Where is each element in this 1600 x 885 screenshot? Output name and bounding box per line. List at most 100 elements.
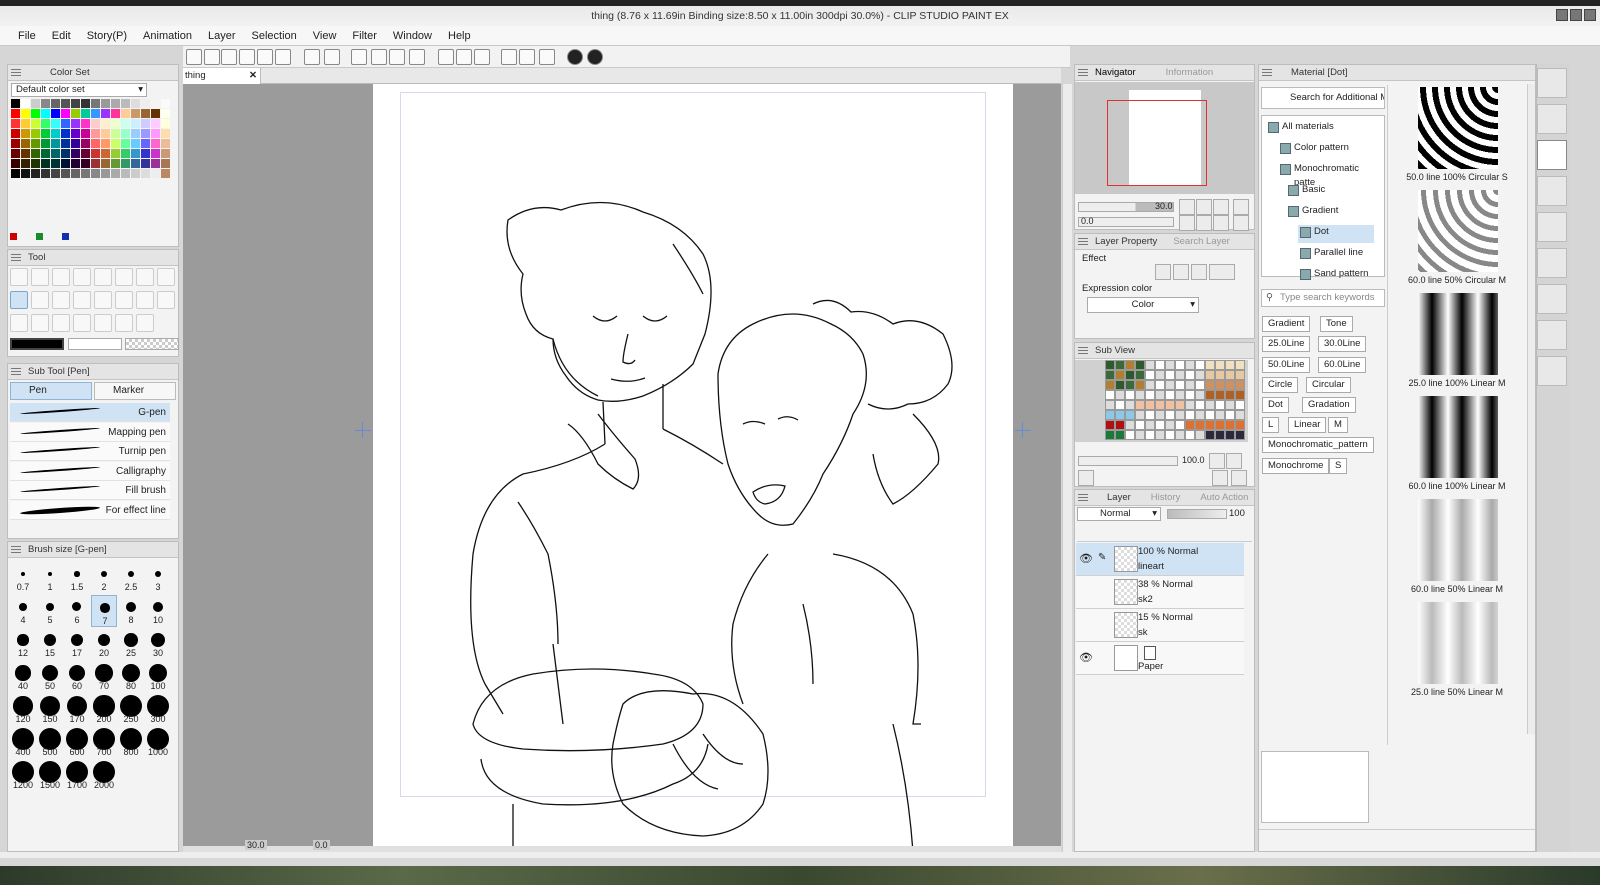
material-tree-item[interactable]: Dot <box>1298 225 1374 243</box>
layer-row[interactable]: 38 % Normal sk2 <box>1076 576 1244 609</box>
brush-size-cell[interactable]: 700 <box>91 727 117 759</box>
sub-view-color-cell[interactable] <box>1145 420 1155 430</box>
material-thumbnail[interactable] <box>1418 396 1498 478</box>
sub-view-color-cell[interactable] <box>1215 400 1225 410</box>
sub-view-color-cell[interactable] <box>1215 360 1225 370</box>
crop-icon[interactable] <box>371 49 387 65</box>
color-swatch[interactable] <box>161 149 170 158</box>
clear-icon[interactable] <box>438 49 454 65</box>
auto-select-icon[interactable] <box>115 268 133 286</box>
brush-size-cell[interactable]: 170 <box>64 694 90 726</box>
menu-file[interactable]: File <box>10 26 44 46</box>
sub-view-color-cell[interactable] <box>1165 410 1175 420</box>
color-swatch[interactable] <box>101 149 110 158</box>
color-swatch[interactable] <box>161 129 170 138</box>
color-swatch[interactable] <box>141 99 150 108</box>
layer-row[interactable]: 👁 ✎ 100 % Normal lineart <box>1076 543 1244 576</box>
layer-tab[interactable]: Layer <box>1107 492 1131 503</box>
color-swatch[interactable] <box>101 159 110 168</box>
clear-outside-icon[interactable] <box>456 49 472 65</box>
brush-size-cell[interactable]: 200 <box>91 694 117 726</box>
color-swatch[interactable] <box>31 99 40 108</box>
lasso-tool-icon[interactable] <box>94 268 112 286</box>
brush-size-cell[interactable]: 1000 <box>145 727 171 759</box>
sub-view-color-cell[interactable] <box>1205 380 1215 390</box>
material-thumbnail[interactable] <box>1418 293 1498 375</box>
sub-view-color-cell[interactable] <box>1205 400 1215 410</box>
color-swatch[interactable] <box>31 159 40 168</box>
sub-view-color-cell[interactable] <box>1175 430 1185 440</box>
color-swatch[interactable] <box>131 129 140 138</box>
color-swatch[interactable] <box>31 139 40 148</box>
sub-view-color-cell[interactable] <box>1125 400 1135 410</box>
move-tool-icon[interactable] <box>73 268 91 286</box>
transform-icon[interactable] <box>351 49 367 65</box>
brush-size-cell[interactable]: 400 <box>10 727 36 759</box>
layer-row[interactable]: 👁 Paper <box>1076 642 1244 675</box>
material-tag[interactable]: Linear <box>1288 417 1327 433</box>
subtool-group-marker[interactable]: Marker <box>94 382 176 400</box>
layer-property-tab[interactable]: Layer Property <box>1095 236 1157 247</box>
sub-view-color-cell[interactable] <box>1195 370 1205 380</box>
color-swatch[interactable] <box>41 149 50 158</box>
material-tab[interactable]: Material [Dot] <box>1291 67 1348 78</box>
color-swatch[interactable] <box>151 109 160 118</box>
sub-view-color-cell[interactable] <box>1215 410 1225 420</box>
tool-tab[interactable]: Tool <box>28 252 45 263</box>
color-swatch[interactable] <box>101 139 110 148</box>
opacity-slider[interactable] <box>1167 509 1227 519</box>
invert-select-icon[interactable] <box>275 49 291 65</box>
color-swatch[interactable] <box>91 109 100 118</box>
eraser-icon[interactable] <box>115 291 133 309</box>
sub-view-color-cell[interactable] <box>1135 430 1145 440</box>
sub-view-color-cell[interactable] <box>1175 410 1185 420</box>
sub-view-tab[interactable]: Sub View <box>1095 345 1135 356</box>
color-swatch[interactable] <box>51 169 60 178</box>
sub-view-color-cell[interactable] <box>1125 410 1135 420</box>
subtool-item[interactable]: Turnip pen <box>10 442 170 461</box>
color-swatch[interactable] <box>111 109 120 118</box>
sub-color-swatch[interactable] <box>68 338 122 350</box>
color-swatch[interactable] <box>131 139 140 148</box>
sub-view-color-cell[interactable] <box>1175 360 1185 370</box>
brush-size-cell[interactable]: 3 <box>145 562 171 594</box>
material-tree-item[interactable]: All materials <box>1266 120 1374 138</box>
color-swatch[interactable] <box>11 139 20 148</box>
color-set-dropdown[interactable]: Default color set ▾ <box>11 83 147 97</box>
material-tag[interactable]: 50.0Line <box>1262 357 1311 373</box>
color-swatch[interactable] <box>131 119 140 128</box>
sub-view-color-cell[interactable] <box>1175 390 1185 400</box>
brush-size-cell[interactable]: 17 <box>64 628 90 660</box>
object-tool-icon[interactable] <box>52 268 70 286</box>
sub-view-color-cell[interactable] <box>1185 390 1195 400</box>
material-tag[interactable]: Circle <box>1262 377 1299 393</box>
sub-view-color-cell[interactable] <box>1135 360 1145 370</box>
color-swatch[interactable] <box>11 99 20 108</box>
material-tree-item[interactable]: Color pattern <box>1278 141 1374 159</box>
extract-line-icon[interactable] <box>1173 264 1189 280</box>
brush-size-cell[interactable]: 60 <box>64 661 90 693</box>
text-tool-icon[interactable] <box>94 314 112 332</box>
color-swatch[interactable] <box>141 139 150 148</box>
material-tag[interactable]: L <box>1262 417 1280 433</box>
grid-icon[interactable] <box>539 49 555 65</box>
color-swatch[interactable] <box>161 119 170 128</box>
color-swatch[interactable] <box>71 139 80 148</box>
color-swatch[interactable] <box>151 149 160 158</box>
material-tree-item[interactable]: Basic <box>1286 183 1374 201</box>
color-swatch[interactable] <box>41 99 50 108</box>
character-icon[interactable] <box>1537 320 1567 350</box>
color-swatch[interactable] <box>141 149 150 158</box>
sub-view-color-cell[interactable] <box>1235 430 1245 440</box>
color-swatch[interactable] <box>151 99 160 108</box>
brush-size-cell[interactable]: 120 <box>10 694 36 726</box>
color-swatch[interactable] <box>21 129 30 138</box>
color-swatch[interactable] <box>91 119 100 128</box>
sub-view-color-cell[interactable] <box>1145 380 1155 390</box>
menu-story[interactable]: Story(P) <box>79 26 135 46</box>
sub-view-color-cell[interactable] <box>1175 420 1185 430</box>
sub-view-color-cell[interactable] <box>1105 390 1115 400</box>
sub-view-color-cell[interactable] <box>1225 390 1235 400</box>
recent-color-blue[interactable] <box>62 233 69 240</box>
brush-size-cell[interactable]: 300 <box>145 694 171 726</box>
